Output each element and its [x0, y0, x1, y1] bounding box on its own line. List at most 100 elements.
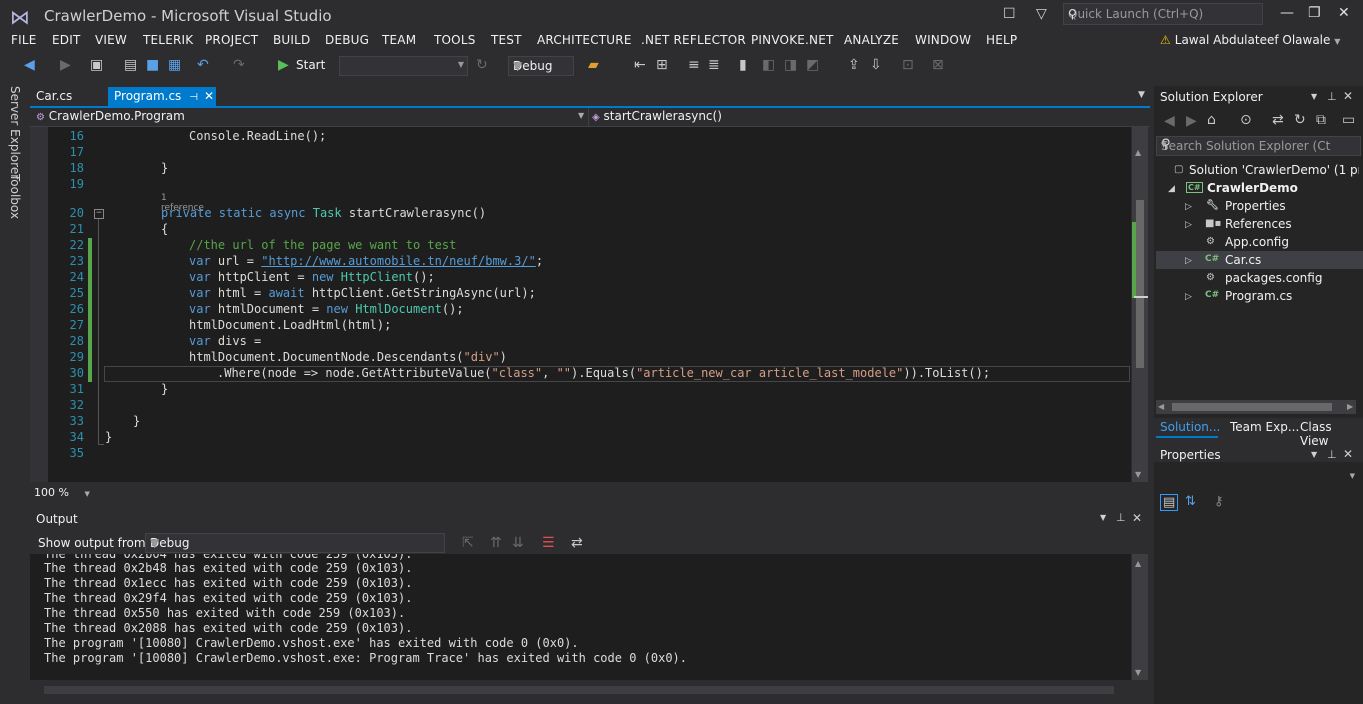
scroll-down-icon[interactable]: ▼ — [1135, 668, 1141, 677]
maximize-button[interactable]: ❐ — [1308, 5, 1321, 21]
layout-icon[interactable]: ⊠ — [932, 57, 944, 73]
menu-test[interactable]: TEST — [491, 33, 522, 47]
tree-item-car-cs[interactable]: Car.cs — [1225, 253, 1261, 267]
se-pin-icon[interactable]: ⊥ — [1327, 90, 1337, 103]
next-bookmark-icon[interactable]: ◨ — [784, 57, 797, 73]
output-pin-icon[interactable]: ⊥ — [1116, 511, 1126, 524]
bookmark-icon[interactable]: ▮ — [739, 57, 747, 73]
props-close-icon[interactable]: ✕ — [1343, 447, 1353, 461]
server-explorer-tab[interactable]: Server Explorer — [8, 86, 22, 179]
output-menu-icon[interactable]: ▼ — [1100, 513, 1106, 522]
tree-item-packages-config[interactable]: packages.config — [1225, 271, 1322, 285]
forward-icon[interactable]: ▶ — [60, 57, 71, 73]
menu-project[interactable]: PROJECT — [205, 33, 258, 47]
save-all-icon[interactable]: ▦ — [168, 57, 181, 73]
tab-team-explorer[interactable]: Team Exp... — [1230, 420, 1299, 434]
refresh-icon[interactable]: ↻ — [476, 57, 488, 73]
close-window-button[interactable]: ✕ — [1338, 5, 1350, 21]
save-icon[interactable]: ■ — [146, 57, 159, 73]
next-message-icon[interactable]: ⇊ — [512, 535, 524, 551]
open-file-icon[interactable]: ▤ — [124, 57, 137, 73]
menu-debug[interactable]: DEBUG — [325, 33, 369, 47]
tab-class-view[interactable]: Class View — [1300, 420, 1363, 448]
menu-analyze[interactable]: ANALYZE — [844, 33, 899, 47]
tab-overflow-icon[interactable]: ▼ — [1138, 90, 1145, 100]
redo-icon[interactable]: ↷ — [233, 57, 245, 73]
collapse-icon[interactable]: − — [94, 209, 104, 219]
download-icon[interactable]: ⇩ — [870, 57, 882, 73]
output-close-icon[interactable]: ✕ — [1132, 511, 1142, 525]
properties-icon[interactable]: ▭ — [1342, 112, 1355, 128]
class-view-icon[interactable]: ⊞ — [656, 57, 668, 73]
menu-architecture[interactable]: ARCHITECTURE — [537, 33, 632, 47]
user-account[interactable]: ⚠ Lawal Abdulateef Olawale ▼ — [1160, 33, 1340, 47]
find-message-icon[interactable]: ⇱ — [462, 535, 474, 551]
editor-horizontal-scrollbar[interactable] — [30, 483, 1148, 500]
menu-pinvoke[interactable]: PINVOKE.NET — [751, 33, 834, 47]
home-icon[interactable]: ⌂ — [1207, 112, 1216, 128]
scroll-right-icon[interactable]: ▶ — [1347, 402, 1353, 411]
scroll-down-icon[interactable]: ▼ — [1135, 470, 1141, 479]
close-icon[interactable]: ✕ — [204, 89, 214, 103]
menu-view[interactable]: VIEW — [95, 33, 127, 47]
refresh-icon[interactable]: ↻ — [1294, 112, 1306, 128]
pin-icon[interactable]: ⊣ — [189, 92, 198, 103]
word-wrap-icon[interactable]: ⇄ — [571, 535, 583, 551]
props-menu-icon[interactable]: ▼ — [1311, 450, 1317, 459]
tree-item-app-config[interactable]: App.config — [1225, 235, 1289, 249]
output-scroll-thumb[interactable] — [44, 686, 1114, 694]
menu-edit[interactable]: EDIT — [52, 33, 81, 47]
menu-telerik[interactable]: TELERIK — [143, 33, 193, 47]
member-dropdown[interactable]: ◈ startCrawlerasync() — [592, 109, 722, 123]
props-pin-icon[interactable]: ⊥ — [1327, 448, 1337, 461]
back-icon[interactable]: ◀ — [24, 57, 35, 73]
publish-icon[interactable]: ⇪ — [848, 57, 860, 73]
tree-item-program-cs[interactable]: Program.cs — [1225, 289, 1292, 303]
editor-scroll-thumb[interactable] — [1136, 200, 1144, 368]
output-source-select[interactable]: Debug ▼ — [145, 533, 445, 553]
menu-file[interactable]: FILE — [11, 33, 37, 47]
quick-launch-input[interactable]: Quick Launch (Ctrl+Q) ⚲ — [1063, 3, 1263, 25]
tree-collapsed-icon[interactable]: ▷ — [1185, 220, 1192, 230]
categorized-icon[interactable]: ▤ — [1160, 494, 1179, 511]
property-pages-icon[interactable]: ⚷ — [1214, 494, 1224, 509]
undo-icon[interactable]: ↶ — [197, 57, 209, 73]
pending-changes-icon[interactable]: ⊙ — [1240, 112, 1252, 128]
solution-search-input[interactable]: Search Solution Explorer (Ctrl+;) ⚲ ▼ — [1156, 136, 1361, 156]
se-close-icon[interactable]: ✕ — [1343, 89, 1353, 103]
toolbox-tab[interactable]: Toolbox — [8, 174, 22, 219]
tab-solution-explorer[interactable]: Solution... — [1160, 420, 1220, 434]
sync-icon[interactable]: ⇄ — [1272, 112, 1284, 128]
tab-program-cs[interactable]: Program.cs ⊣ ✕ — [108, 87, 216, 106]
clear-all-icon[interactable]: ☰ — [542, 535, 555, 551]
se-forward-icon[interactable]: ▶ — [1186, 113, 1197, 129]
output-text-area[interactable]: The thread 0x2b04 has exited with code 2… — [30, 554, 1131, 680]
menu-tools[interactable]: TOOLS — [434, 33, 476, 47]
clear-bookmarks-icon[interactable]: ◩ — [806, 57, 819, 73]
configuration-select[interactable]: Debug ▼ — [508, 56, 574, 76]
properties-object-select[interactable]: ▼ — [1156, 466, 1359, 486]
menu-window[interactable]: WINDOW — [915, 33, 971, 47]
scroll-up-icon[interactable]: ▲ — [1135, 148, 1141, 157]
menu-help[interactable]: HELP — [986, 33, 1017, 47]
zoom-level-select[interactable]: 100 % ▼ — [34, 486, 90, 499]
se-menu-icon[interactable]: ▼ — [1311, 92, 1317, 101]
uncomment-icon[interactable]: ≣ — [708, 57, 720, 73]
tree-solution[interactable]: Solution 'CrawlerDemo' (1 project) — [1189, 163, 1359, 177]
tree-collapsed-icon[interactable]: ▷ — [1185, 292, 1192, 302]
se-back-icon[interactable]: ◀ — [1164, 113, 1175, 129]
tree-project[interactable]: CrawlerDemo — [1207, 181, 1298, 195]
alphabetical-icon[interactable]: ⇅ — [1185, 494, 1196, 509]
start-icon[interactable]: ▶ — [278, 57, 289, 73]
prev-message-icon[interactable]: ⇈ — [490, 535, 502, 551]
minimize-button[interactable]: — — [1280, 5, 1294, 21]
find-in-files-icon[interactable]: ▰ — [588, 57, 599, 73]
filter-icon[interactable]: ▽ — [1036, 6, 1047, 22]
tree-item-references[interactable]: References — [1225, 217, 1292, 231]
attach-icon[interactable]: ⊡ — [902, 57, 914, 73]
menu-team[interactable]: TEAM — [382, 33, 416, 47]
se-scroll-thumb[interactable] — [1172, 403, 1332, 411]
menu-build[interactable]: BUILD — [273, 33, 310, 47]
scroll-up-icon[interactable]: ▲ — [1135, 559, 1141, 568]
prev-bookmark-icon[interactable]: ◧ — [762, 57, 775, 73]
